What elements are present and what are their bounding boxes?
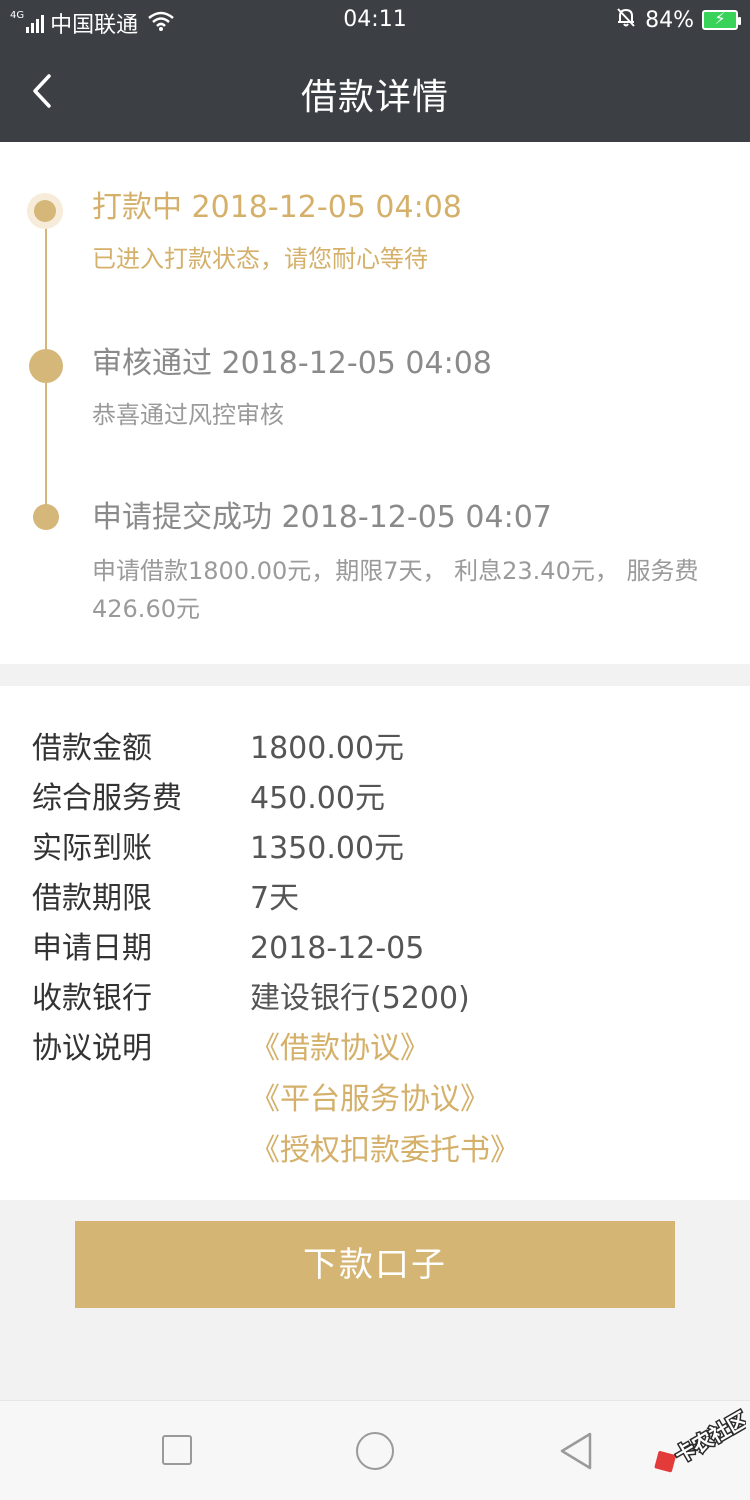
detail-value: 1800.00元 [250, 731, 405, 766]
system-nav-bar [0, 1400, 750, 1500]
loan-agreement-link[interactable]: 《借款协议》 [250, 1026, 430, 1072]
timeline-item-title: 申请提交成功 2018-12-05 04:07 [92, 500, 552, 535]
detail-row-loan-term: 借款期限 7天 [32, 876, 732, 922]
triangle-back-icon [560, 1432, 592, 1470]
detail-label: 实际到账 [32, 831, 152, 866]
timeline-item-title: 审核通过 2018-12-05 04:08 [92, 346, 492, 381]
detail-row-service-fee: 综合服务费 450.00元 [32, 776, 732, 822]
battery-icon: ⚡ [702, 9, 741, 30]
detail-row-apply-date: 申请日期 2018-12-05 [32, 926, 732, 972]
silent-bell-icon [615, 6, 637, 34]
detail-row-receiving-bank: 收款银行 建设银行(5200) [32, 976, 732, 1022]
platform-service-agreement-link[interactable]: 《平台服务协议》 [250, 1077, 490, 1123]
timeline-item-approved: 审核通过 2018-12-05 04:08 恭喜通过风控审核 [92, 344, 722, 434]
home-button[interactable] [356, 1432, 394, 1470]
detail-label: 申请日期 [32, 931, 152, 966]
recent-apps-button[interactable] [162, 1435, 192, 1465]
timeline-item-desc: 恭喜通过风控审核 [92, 401, 284, 429]
debit-authorization-link[interactable]: 《授权扣款委托书》 [250, 1128, 520, 1174]
detail-label: 综合服务费 [32, 781, 182, 816]
detail-value: 建设银行(5200) [250, 981, 470, 1016]
timeline-item-disbursing: 打款中 2018-12-05 04:08 已进入打款状态，请您耐心等待 [92, 188, 722, 278]
loan-details: 借款金额 1800.00元 综合服务费 450.00元 实际到账 1350.00… [0, 686, 750, 1200]
detail-value: 450.00元 [250, 781, 385, 816]
status-bar: 4G 中国联通 04:11 84% ⚡ [0, 0, 750, 40]
detail-label: 借款期限 [32, 881, 152, 916]
timeline-item-title: 打款中 2018-12-05 04:08 [92, 190, 462, 225]
status-right: 84% ⚡ [615, 6, 741, 34]
watermark-logo: 卡农社区 [646, 1405, 750, 1485]
detail-label: 协议说明 [32, 1031, 152, 1066]
nav-back-button[interactable] [558, 1431, 594, 1475]
detail-label: 收款银行 [32, 981, 152, 1016]
primary-action-button[interactable]: 下款口子 [75, 1221, 675, 1308]
detail-value: 1350.00元 [250, 831, 405, 866]
timeline-item-desc: 已进入打款状态，请您耐心等待 [92, 245, 428, 273]
timeline-dot [29, 349, 63, 383]
detail-value: 2018-12-05 [250, 931, 425, 966]
timeline-desc-line: 申请借款1800.00元，期限7天， 利息23.40元， 服务费 [92, 557, 699, 585]
timeline-desc-line: 426.60元 [92, 595, 200, 623]
detail-value: 7天 [250, 881, 300, 916]
app-header: 借款详情 [0, 40, 750, 142]
timeline-item-desc: 申请借款1800.00元，期限7天， 利息23.40元， 服务费 426.60元 [92, 552, 722, 628]
battery-percent: 84% [645, 7, 694, 33]
page-title: 借款详情 [300, 77, 449, 118]
timeline-item-submitted: 申请提交成功 2018-12-05 04:07 申请借款1800.00元，期限7… [92, 498, 722, 628]
detail-row-loan-amount: 借款金额 1800.00元 [32, 726, 732, 772]
timeline-dot-active [27, 193, 63, 229]
watermark-text: 卡农社区 [671, 1407, 746, 1468]
charging-bolt-icon: ⚡ [714, 9, 726, 28]
loan-progress-timeline: 打款中 2018-12-05 04:08 已进入打款状态，请您耐心等待 审核通过… [0, 142, 750, 664]
detail-label: 借款金额 [32, 731, 152, 766]
detail-row-actual-received: 实际到账 1350.00元 [32, 826, 732, 872]
timeline-dot [33, 504, 59, 530]
